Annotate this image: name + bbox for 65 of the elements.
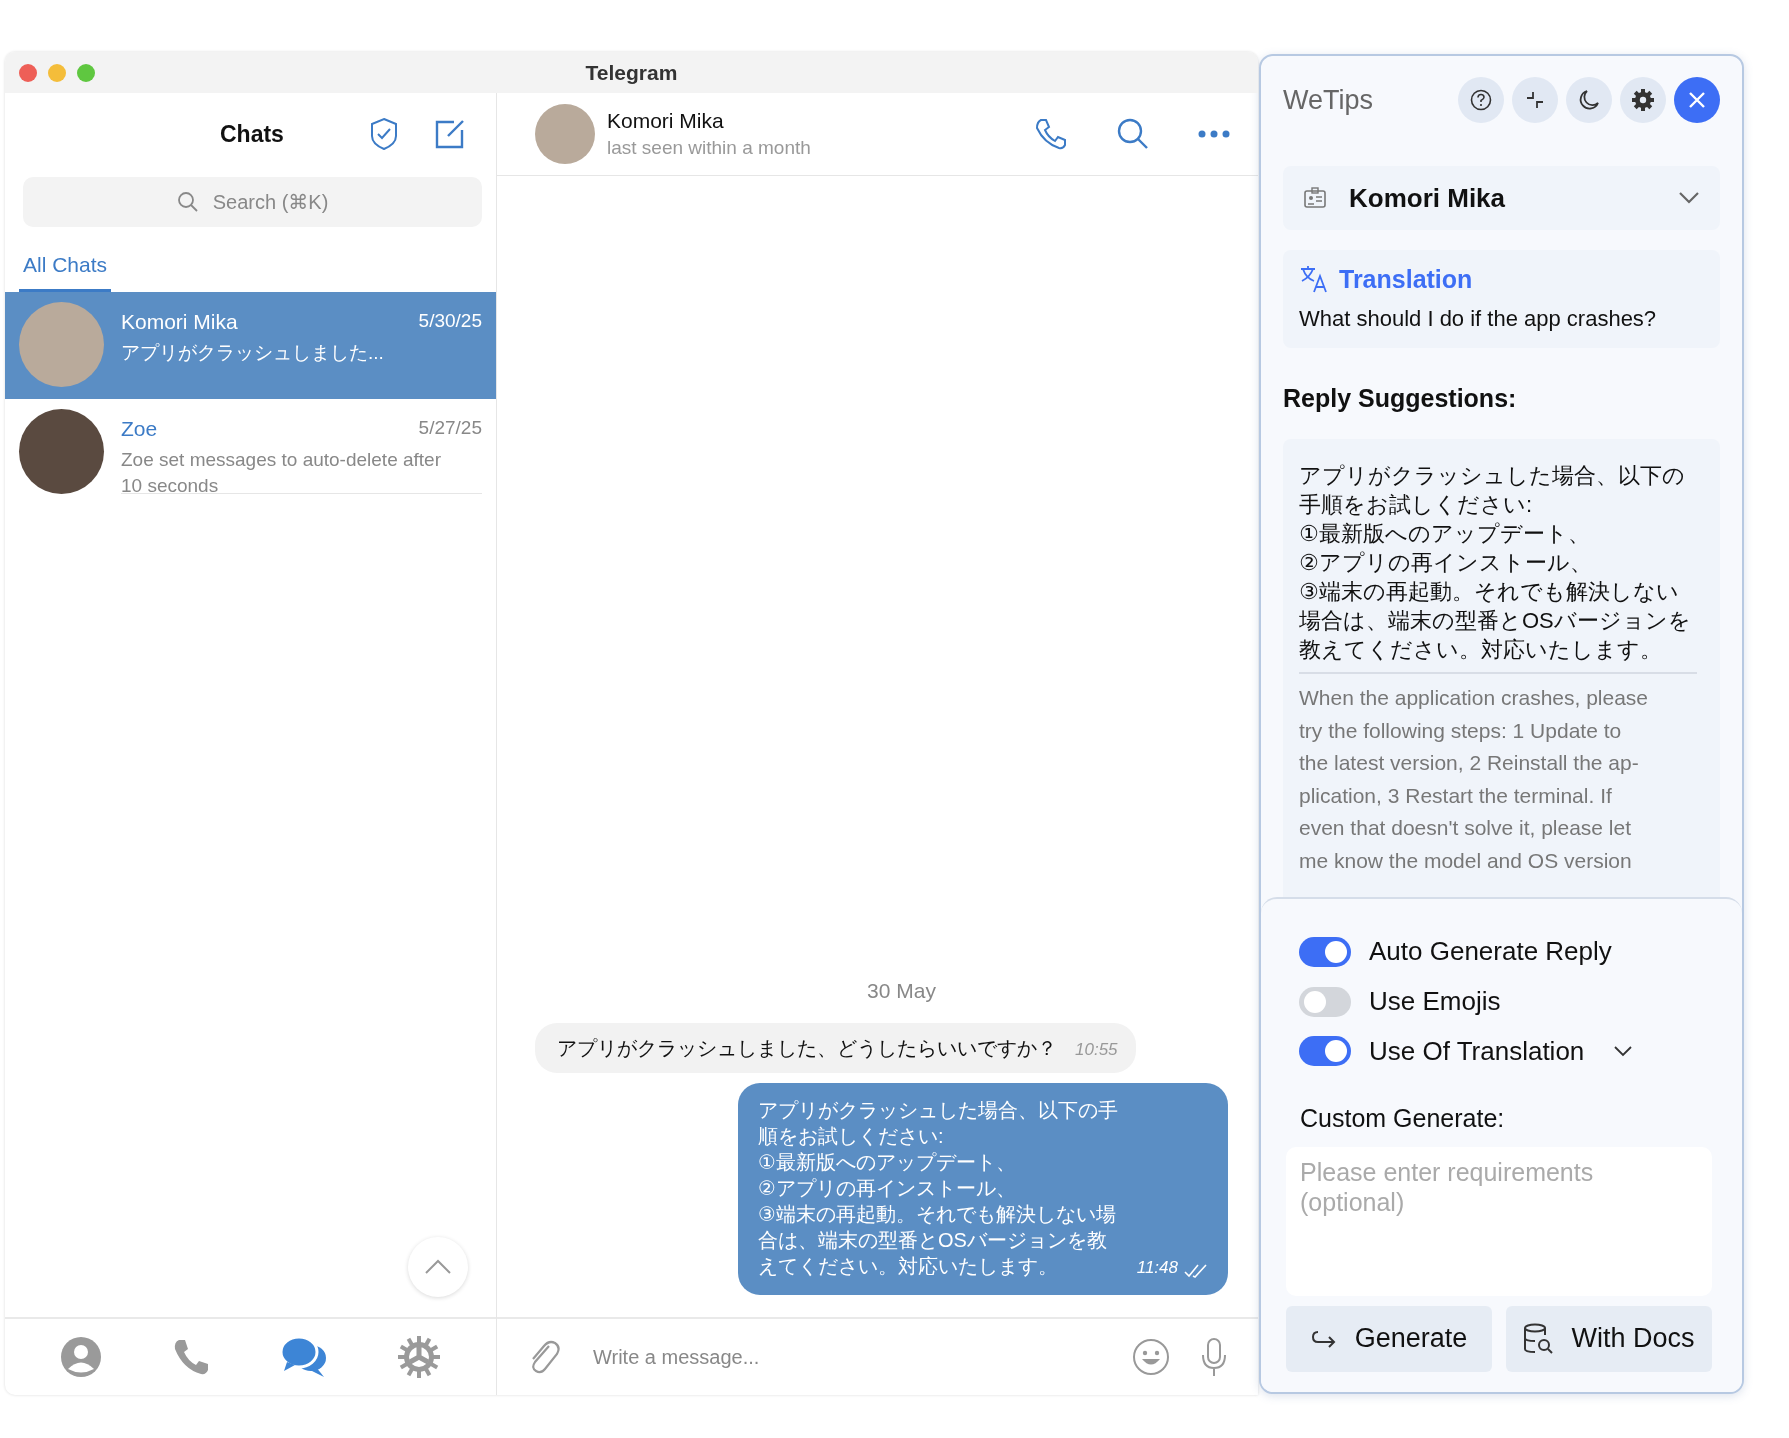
panel-title: WeTips (1283, 84, 1375, 116)
phone-icon[interactable] (1034, 117, 1068, 151)
close-button[interactable] (1674, 77, 1720, 123)
moon-icon (1578, 89, 1600, 111)
chevron-down-icon (1678, 191, 1700, 205)
compose-icon[interactable] (434, 118, 466, 150)
collapse-button[interactable] (1512, 77, 1558, 123)
chevron-down-icon[interactable] (1614, 1045, 1633, 1057)
chat-date: 5/27/25 (418, 417, 482, 440)
chevron-up-icon (424, 1259, 452, 1275)
id-card-icon (1303, 186, 1327, 210)
avatar (535, 104, 595, 164)
chat-preview: Zoe set messages to auto-delete after 10 seconds (121, 448, 442, 498)
search-field[interactable]: Search (⌘K) (23, 177, 482, 227)
microphone-icon[interactable] (1200, 1337, 1228, 1377)
smiley-icon[interactable] (1132, 1338, 1170, 1376)
forward-arrow-icon (1310, 1329, 1337, 1349)
message-input[interactable]: Write a message... (591, 1344, 1102, 1370)
last-seen-status: last seen within a month (607, 137, 812, 159)
person-icon[interactable] (59, 1336, 102, 1378)
date-label: 30 May (866, 979, 936, 1003)
suggestion-translation: When the application crashes, please try the following steps: 1 Update to the latest version, 2 Reinstall the ap- plication, 3 Restart the terminal. If even that doesn't solve it, please let me know the model and OS version (1299, 685, 1650, 874)
suggestions-heading: Reply Suggestions: (1283, 384, 1518, 413)
requirements-field[interactable]: Please enter requirements (optional) (1286, 1147, 1712, 1296)
search-icon[interactable] (1116, 117, 1150, 151)
shield-check-icon[interactable] (370, 117, 398, 151)
generate-button[interactable]: Generate (1286, 1306, 1492, 1372)
message-text: アプリがクラッシュしました、どうしたらいいですか？ (557, 1036, 1057, 1061)
chat-bubbles-icon[interactable] (280, 1335, 329, 1379)
chat-preview: アプリがクラッシュしました... (121, 341, 385, 365)
gear-icon[interactable] (397, 1335, 442, 1379)
toggle-label: Use Of Translation (1369, 1035, 1585, 1067)
with-docs-button[interactable]: With Docs (1506, 1306, 1712, 1372)
contact-selector[interactable]: Komori Mika (1283, 166, 1720, 230)
settings-button[interactable] (1620, 77, 1666, 123)
custom-generate-label: Custom Generate: (1300, 1104, 1506, 1134)
translation-label: Translation (1339, 264, 1473, 294)
toggle-switch[interactable] (1299, 986, 1351, 1017)
window-title: Telegram (585, 60, 678, 84)
chat-date: 5/30/25 (418, 310, 482, 333)
toggle-switch[interactable] (1299, 1036, 1351, 1067)
message-time: 10:55 (1075, 1038, 1118, 1061)
help-button[interactable] (1458, 77, 1504, 123)
more-icon[interactable] (1198, 130, 1230, 138)
translated-text: What should I do if the app crashes? (1299, 306, 1658, 332)
chat-name: Komori Mika (121, 310, 238, 334)
toggle-switch[interactable] (1299, 936, 1351, 967)
moon-button[interactable] (1566, 77, 1612, 123)
toggle-label: Use Emojis (1369, 986, 1501, 1018)
chat-list-item[interactable]: Komori Mika 5/30/25 アプリがクラッシュしました... (5, 292, 496, 399)
database-search-icon (1523, 1323, 1554, 1355)
translate-icon (1299, 264, 1329, 294)
settings-icon (1631, 88, 1655, 112)
collapse-icon (1525, 90, 1545, 110)
message-time: 11:48 (1136, 1256, 1178, 1279)
toggle-label: Auto Generate Reply (1369, 936, 1612, 968)
chat-list-item[interactable]: Zoe 5/27/25 Zoe set messages to auto-delete after 10 seconds (5, 399, 496, 506)
chats-title: Chats (220, 120, 284, 148)
close-window-button[interactable] (19, 63, 37, 82)
message-text: アプリがクラッシュした場合、以下の手順をお試しください: ①最新版へのアップデート、 ②アプリの再インストール、 ③端末の再起動。それでも解決しない場合は、端末の型番とOSバージョンを教えてください。対応いたします。 (758, 1098, 1119, 1279)
chat-name: Zoe (121, 417, 158, 441)
suggestion-text: アプリがクラッシュした場合、以下の手順をお試しください: ①最新版へのアップデート、 ②アプリの再インストール、 ③端末の再起動。それでも解決しない場合は、端末の型番とOSバージョンを教えてください。対応いたします。 (1299, 461, 1698, 675)
contact-name: Komori Mika (607, 109, 725, 133)
search-icon (176, 191, 199, 213)
help-icon (1470, 89, 1492, 111)
